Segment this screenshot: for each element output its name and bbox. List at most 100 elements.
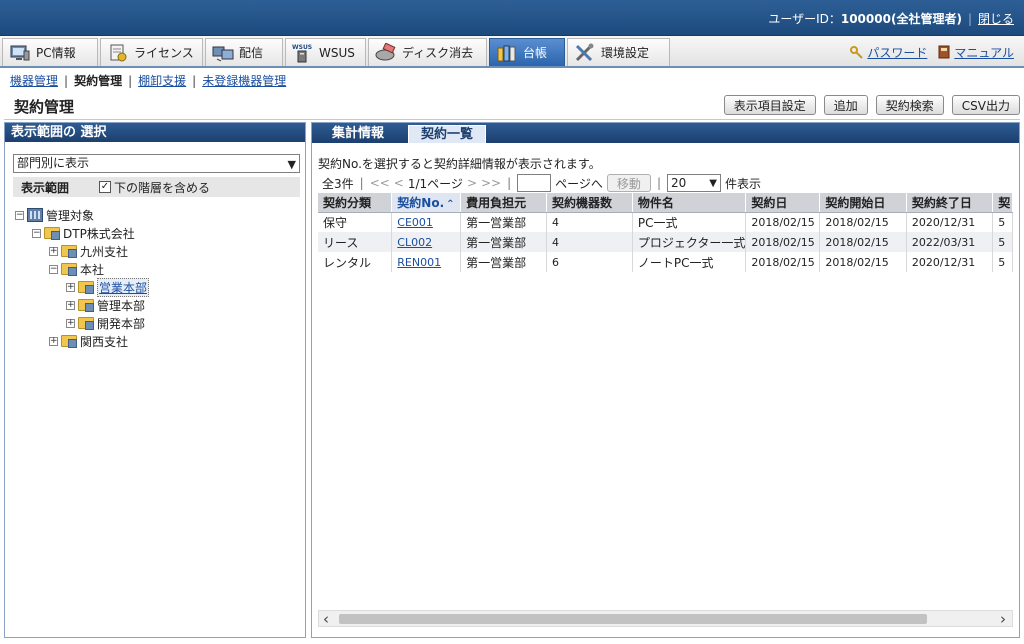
tab-summary-info[interactable]: 集計情報 [320,125,396,143]
tab-license[interactable]: ライセンス [100,38,203,66]
contract-search-button[interactable]: 契約検索 [875,95,944,115]
submenu-inventory-support[interactable]: 棚卸支援 [138,74,186,88]
folder-icon [61,263,77,276]
contract-no-link[interactable]: CE001 [397,216,433,229]
tree-node-headquarters[interactable]: − 本社 [49,261,104,277]
tree-node-company[interactable]: − DTP株式会社 [32,225,135,241]
column-header[interactable]: 契約開始日 [819,193,907,213]
tree-node-kyushu[interactable]: + 九州支社 [49,243,128,259]
scope-mode-select[interactable]: 部門別に表示 ▼ [13,154,300,173]
column-header-sorted[interactable]: 契約No. ⌃ [391,193,462,213]
horizontal-scrollbar[interactable]: ‹ › [318,610,1013,628]
license-icon [107,43,129,63]
tree-node-admin[interactable]: + 管理本部 [66,297,145,313]
expand-icon[interactable]: + [49,246,58,256]
csv-export-button[interactable]: CSV出力 [951,95,1020,115]
include-sub-checkbox[interactable]: ✓ [99,181,111,193]
last-page-icon[interactable]: >> [481,176,501,190]
cell-contract-no: CL002 [391,232,462,252]
tab-wsus[interactable]: WSUS WSUS [285,38,366,66]
collapse-icon[interactable]: − [15,210,24,220]
disk-erase-icon [375,42,397,63]
expand-icon[interactable]: + [66,282,75,292]
password-link-wrap: パスワード [850,44,927,61]
tab-label: ディスク消去 [402,46,474,60]
cell-start-date: 2018/02/15 [819,232,907,252]
scope-options-row: 表示範囲 ✓ 下の階層を含める [13,177,300,197]
tab-contract-list[interactable]: 契約一覧 [408,125,487,143]
submenu-unregistered-devices[interactable]: 未登録機器管理 [202,74,286,88]
expand-icon[interactable]: + [66,318,75,328]
table-row: 保守 CE001 第一営業部 4 PC一式 2018/02/15 2018/02… [318,212,1013,232]
next-page-icon[interactable]: > [467,176,477,190]
cell-start-date: 2018/02/15 [819,212,907,232]
manual-link[interactable]: マニュアル [954,46,1014,60]
tab-label: WSUS [319,45,355,60]
page-actions: 表示項目設定 追加 契約検索 CSV出力 [723,95,1020,115]
cell-contract-date: 2018/02/15 [745,252,821,272]
scroll-left-icon[interactable]: ‹ [323,610,329,628]
manual-link-wrap: マニュアル [937,44,1014,61]
cell-item-name: PC一式 [632,212,747,232]
tab-environment-settings[interactable]: 環境設定 [567,38,670,66]
collapse-icon[interactable]: − [32,228,41,238]
cell-truncated: 5 [992,212,1013,232]
tab-ledger[interactable]: 台帳 [489,38,565,66]
expand-icon[interactable]: + [49,336,58,346]
first-page-icon[interactable]: << [370,176,390,190]
tree-node-sales[interactable]: + 営業本部 [66,277,150,297]
manual-book-icon [937,45,951,59]
total-count: 全3件 [322,176,354,191]
header-utility-links: パスワード マニュアル [850,44,1014,61]
column-header[interactable]: 契約分類 [318,193,393,213]
tree-node-kansai[interactable]: + 関西支社 [49,333,128,349]
column-header[interactable]: 契約機器数 [546,193,633,213]
building-icon [27,208,43,222]
tab-label: PC情報 [36,46,76,60]
chevron-down-icon: ▼ [709,178,717,189]
contract-no-link[interactable]: REN001 [397,256,441,269]
page-number-input[interactable] [517,174,552,192]
close-link[interactable]: 閉じる [978,12,1014,26]
tree-node-root[interactable]: − 管理対象 [15,207,94,223]
scope-label: 表示範囲 [21,180,70,195]
expand-icon[interactable]: + [66,300,75,310]
cell-contract-date: 2018/02/15 [745,232,821,252]
table-header-row: 契約分類 契約No. ⌃ 費用負担元 契約機器数 物件名 契約日 契約開始日 契約… [318,193,1013,213]
scroll-right-icon[interactable]: › [1000,610,1006,628]
ledger-icon [496,43,518,63]
folder-icon [61,245,77,258]
cell-start-date: 2018/02/15 [819,252,907,272]
column-header[interactable]: 物件名 [632,193,747,213]
column-header[interactable]: 契約日 [745,193,821,213]
scope-panel-title: 表示範囲の 選択 [5,123,305,142]
submenu-device-management[interactable]: 機器管理 [10,74,58,88]
per-page-select[interactable]: 20 ▼ [666,174,721,192]
cell-contract-no: REN001 [391,252,462,272]
password-link[interactable]: パスワード [867,46,927,60]
contract-panel: 集計情報 契約一覧 契約No.を選択すると契約詳細情報が表示されます。 全3件 … [311,122,1020,638]
display-columns-button[interactable]: 表示項目設定 [723,95,816,115]
user-id-label: ユーザーID： [768,12,841,26]
move-button[interactable]: 移動 [606,174,651,192]
tab-disk-erase[interactable]: ディスク消去 [368,38,487,66]
sub-navigation: 機器管理 | 契約管理 | 棚卸支援 | 未登録機器管理 [10,74,287,88]
add-button[interactable]: 追加 [823,95,868,115]
cell-category: リース [318,232,393,252]
prev-page-icon[interactable]: < [394,176,404,190]
column-header[interactable]: 契約終了日 [906,193,994,213]
scrollbar-thumb[interactable] [339,614,927,624]
tab-pc-info[interactable]: PC情報 [2,38,98,66]
contract-no-link[interactable]: CL002 [397,236,432,249]
key-icon [850,45,864,59]
folder-icon [78,281,94,294]
collapse-icon[interactable]: − [49,264,58,274]
tree-node-development[interactable]: + 開発本部 [66,315,145,331]
contract-table: 契約分類 契約No. ⌃ 費用負担元 契約機器数 物件名 契約日 契約開始日 契約… [318,193,1013,272]
submenu-contract-management: 契約管理 [74,74,123,88]
scope-panel: 表示範囲の 選択 部門別に表示 ▼ 表示範囲 ✓ 下の階層を含める − 管理対象… [4,122,306,638]
tree-node-label-selected: 営業本部 [97,277,150,297]
column-header[interactable]: 契 [992,193,1013,213]
column-header[interactable]: 費用負担元 [460,193,547,213]
tab-distribution[interactable]: 配信 [205,38,283,66]
